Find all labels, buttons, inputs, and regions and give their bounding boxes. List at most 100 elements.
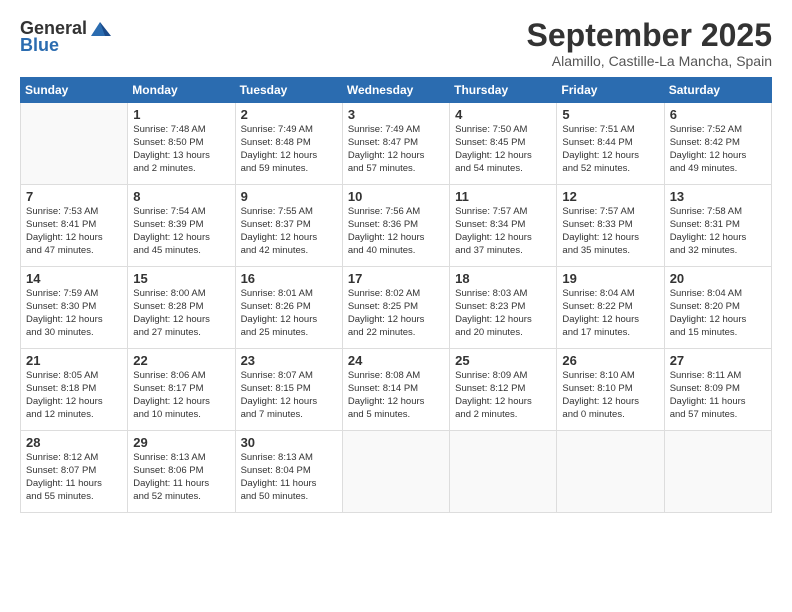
calendar-week-row: 7 Sunrise: 7:53 AM Sunset: 8:41 PM Daylig… [21, 185, 772, 267]
calendar-week-row: 28 Sunrise: 8:12 AM Sunset: 8:07 PM Dayli… [21, 431, 772, 513]
calendar-cell: 26 Sunrise: 8:10 AM Sunset: 8:10 PM Dayli… [557, 349, 664, 431]
day-info: Sunrise: 8:07 AM Sunset: 8:15 PM Dayligh… [241, 370, 337, 421]
day-info: Sunrise: 8:09 AM Sunset: 8:12 PM Dayligh… [455, 370, 551, 421]
weekday-header: Saturday [664, 78, 771, 103]
day-number: 19 [562, 271, 658, 286]
day-info: Sunrise: 8:11 AM Sunset: 8:09 PM Dayligh… [670, 370, 766, 421]
calendar-cell [664, 431, 771, 513]
calendar-cell: 28 Sunrise: 8:12 AM Sunset: 8:07 PM Dayli… [21, 431, 128, 513]
calendar-header-row: SundayMondayTuesdayWednesdayThursdayFrid… [21, 78, 772, 103]
calendar-cell: 30 Sunrise: 8:13 AM Sunset: 8:04 PM Dayli… [235, 431, 342, 513]
day-info: Sunrise: 7:55 AM Sunset: 8:37 PM Dayligh… [241, 206, 337, 257]
day-number: 28 [26, 435, 122, 450]
weekday-header: Wednesday [342, 78, 449, 103]
calendar-cell: 22 Sunrise: 8:06 AM Sunset: 8:17 PM Dayli… [128, 349, 235, 431]
calendar-cell: 4 Sunrise: 7:50 AM Sunset: 8:45 PM Daylig… [450, 103, 557, 185]
calendar-table: SundayMondayTuesdayWednesdayThursdayFrid… [20, 77, 772, 513]
calendar-cell [450, 431, 557, 513]
day-info: Sunrise: 8:04 AM Sunset: 8:22 PM Dayligh… [562, 288, 658, 339]
calendar-cell: 18Sunrise: 8:03 AM Sunset: 8:23 PM Dayli… [450, 267, 557, 349]
day-info: Sunrise: 7:59 AM Sunset: 8:30 PM Dayligh… [26, 288, 122, 339]
day-number: 11 [455, 189, 551, 204]
calendar-cell: 6 Sunrise: 7:52 AM Sunset: 8:42 PM Daylig… [664, 103, 771, 185]
calendar-cell: 27Sunrise: 8:11 AM Sunset: 8:09 PM Dayli… [664, 349, 771, 431]
day-number: 26 [562, 353, 658, 368]
calendar-cell: 15Sunrise: 8:00 AM Sunset: 8:28 PM Dayli… [128, 267, 235, 349]
day-info: Sunrise: 8:13 AM Sunset: 8:04 PM Dayligh… [241, 452, 337, 503]
weekday-header: Friday [557, 78, 664, 103]
calendar-cell: 12Sunrise: 7:57 AM Sunset: 8:33 PM Dayli… [557, 185, 664, 267]
calendar-body: 1 Sunrise: 7:48 AM Sunset: 8:50 PM Daylig… [21, 103, 772, 513]
calendar-cell: 9 Sunrise: 7:55 AM Sunset: 8:37 PM Daylig… [235, 185, 342, 267]
day-info: Sunrise: 7:58 AM Sunset: 8:31 PM Dayligh… [670, 206, 766, 257]
calendar-cell: 25 Sunrise: 8:09 AM Sunset: 8:12 PM Dayli… [450, 349, 557, 431]
calendar-cell: 21 Sunrise: 8:05 AM Sunset: 8:18 PM Dayli… [21, 349, 128, 431]
day-number: 20 [670, 271, 766, 286]
calendar-cell: 1 Sunrise: 7:48 AM Sunset: 8:50 PM Daylig… [128, 103, 235, 185]
calendar-cell: 5Sunrise: 7:51 AM Sunset: 8:44 PM Daylig… [557, 103, 664, 185]
calendar-cell: 11 Sunrise: 7:57 AM Sunset: 8:34 PM Dayli… [450, 185, 557, 267]
calendar-cell: 19 Sunrise: 8:04 AM Sunset: 8:22 PM Dayli… [557, 267, 664, 349]
day-number: 5 [562, 107, 658, 122]
page: General Blue September 2025 Alamillo, Ca… [0, 0, 792, 612]
calendar-cell: 10Sunrise: 7:56 AM Sunset: 8:36 PM Dayli… [342, 185, 449, 267]
calendar-week-row: 1 Sunrise: 7:48 AM Sunset: 8:50 PM Daylig… [21, 103, 772, 185]
title-block: September 2025 Alamillo, Castille-La Man… [527, 18, 772, 69]
day-info: Sunrise: 7:56 AM Sunset: 8:36 PM Dayligh… [348, 206, 444, 257]
weekday-header: Sunday [21, 78, 128, 103]
calendar-cell: 3 Sunrise: 7:49 AM Sunset: 8:47 PM Daylig… [342, 103, 449, 185]
day-number: 3 [348, 107, 444, 122]
day-info: Sunrise: 8:05 AM Sunset: 8:18 PM Dayligh… [26, 370, 122, 421]
day-number: 13 [670, 189, 766, 204]
location-subtitle: Alamillo, Castille-La Mancha, Spain [527, 53, 772, 69]
day-info: Sunrise: 7:48 AM Sunset: 8:50 PM Dayligh… [133, 124, 229, 175]
calendar-cell [557, 431, 664, 513]
day-number: 29 [133, 435, 229, 450]
day-number: 7 [26, 189, 122, 204]
day-number: 30 [241, 435, 337, 450]
logo: General Blue [20, 18, 111, 56]
day-info: Sunrise: 8:04 AM Sunset: 8:20 PM Dayligh… [670, 288, 766, 339]
calendar-cell: 13 Sunrise: 7:58 AM Sunset: 8:31 PM Dayli… [664, 185, 771, 267]
day-number: 4 [455, 107, 551, 122]
calendar-cell: 20 Sunrise: 8:04 AM Sunset: 8:20 PM Dayli… [664, 267, 771, 349]
weekday-header: Thursday [450, 78, 557, 103]
calendar-cell: 16 Sunrise: 8:01 AM Sunset: 8:26 PM Dayli… [235, 267, 342, 349]
day-number: 22 [133, 353, 229, 368]
calendar-cell: 17 Sunrise: 8:02 AM Sunset: 8:25 PM Dayli… [342, 267, 449, 349]
day-info: Sunrise: 7:50 AM Sunset: 8:45 PM Dayligh… [455, 124, 551, 175]
day-number: 14 [26, 271, 122, 286]
day-info: Sunrise: 8:12 AM Sunset: 8:07 PM Dayligh… [26, 452, 122, 503]
calendar-cell [342, 431, 449, 513]
day-number: 2 [241, 107, 337, 122]
calendar-cell [21, 103, 128, 185]
month-title: September 2025 [527, 18, 772, 53]
calendar-cell: 2 Sunrise: 7:49 AM Sunset: 8:48 PM Daylig… [235, 103, 342, 185]
day-number: 18 [455, 271, 551, 286]
day-number: 1 [133, 107, 229, 122]
day-number: 24 [348, 353, 444, 368]
day-number: 21 [26, 353, 122, 368]
day-info: Sunrise: 7:52 AM Sunset: 8:42 PM Dayligh… [670, 124, 766, 175]
day-info: Sunrise: 7:53 AM Sunset: 8:41 PM Dayligh… [26, 206, 122, 257]
day-info: Sunrise: 8:10 AM Sunset: 8:10 PM Dayligh… [562, 370, 658, 421]
day-number: 15 [133, 271, 229, 286]
day-info: Sunrise: 7:54 AM Sunset: 8:39 PM Dayligh… [133, 206, 229, 257]
day-info: Sunrise: 7:49 AM Sunset: 8:48 PM Dayligh… [241, 124, 337, 175]
weekday-header: Tuesday [235, 78, 342, 103]
day-number: 16 [241, 271, 337, 286]
day-info: Sunrise: 8:01 AM Sunset: 8:26 PM Dayligh… [241, 288, 337, 339]
calendar-cell: 29Sunrise: 8:13 AM Sunset: 8:06 PM Dayli… [128, 431, 235, 513]
day-info: Sunrise: 8:02 AM Sunset: 8:25 PM Dayligh… [348, 288, 444, 339]
day-number: 6 [670, 107, 766, 122]
calendar-cell: 14 Sunrise: 7:59 AM Sunset: 8:30 PM Dayli… [21, 267, 128, 349]
day-number: 25 [455, 353, 551, 368]
day-number: 8 [133, 189, 229, 204]
day-info: Sunrise: 7:49 AM Sunset: 8:47 PM Dayligh… [348, 124, 444, 175]
day-info: Sunrise: 7:57 AM Sunset: 8:34 PM Dayligh… [455, 206, 551, 257]
calendar-cell: 24Sunrise: 8:08 AM Sunset: 8:14 PM Dayli… [342, 349, 449, 431]
day-number: 9 [241, 189, 337, 204]
day-info: Sunrise: 8:06 AM Sunset: 8:17 PM Dayligh… [133, 370, 229, 421]
day-number: 17 [348, 271, 444, 286]
day-number: 12 [562, 189, 658, 204]
